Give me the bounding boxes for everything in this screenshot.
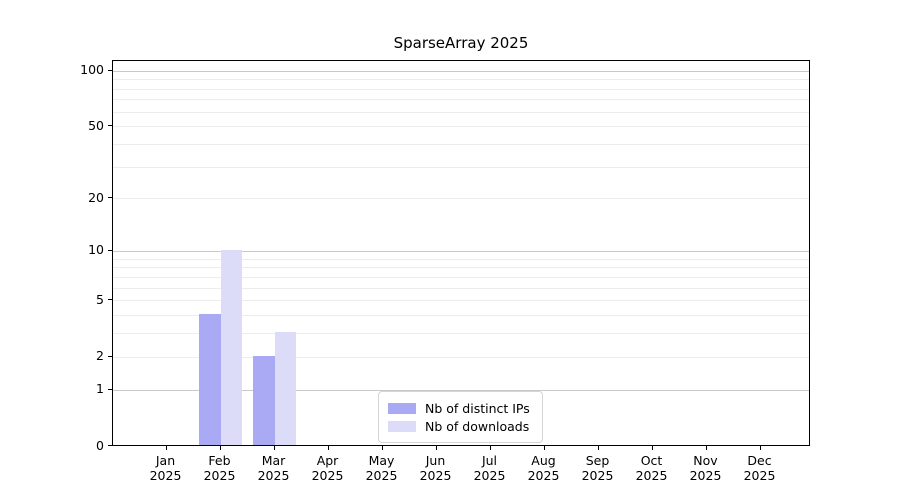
minor-gridline-20 — [113, 198, 809, 199]
x-tick-nov — [706, 446, 707, 450]
bar-nb-of-distinct-ips-mar — [253, 356, 275, 445]
x-label-month: Jul — [460, 454, 520, 469]
y-tick-50 — [108, 125, 112, 126]
major-gridline-10 — [113, 251, 809, 252]
minor-gridline-30 — [113, 167, 809, 168]
legend-label-downloads: Nb of downloads — [425, 419, 529, 434]
y-tick-1 — [108, 389, 112, 390]
x-tick-dec — [760, 446, 761, 450]
y-tick-5 — [108, 299, 112, 300]
x-tick-label-feb: Feb2025 — [190, 454, 250, 483]
minor-gridline-7 — [113, 277, 809, 278]
x-label-year: 2025 — [514, 469, 574, 484]
minor-gridline-90 — [113, 79, 809, 80]
x-label-month: May — [352, 454, 412, 469]
y-tick-100 — [108, 70, 112, 71]
x-label-month: Nov — [676, 454, 736, 469]
x-tick-feb — [220, 446, 221, 450]
y-tick-label-10: 10 — [40, 242, 104, 257]
x-tick-jun — [436, 446, 437, 450]
x-tick-may — [382, 446, 383, 450]
y-tick-label-0: 0 — [40, 438, 104, 453]
bar-nb-of-downloads-mar — [275, 332, 297, 445]
x-label-year: 2025 — [622, 469, 682, 484]
y-tick-label-2: 2 — [40, 348, 104, 363]
chart-title: SparseArray 2025 — [112, 34, 810, 52]
x-label-month: Feb — [190, 454, 250, 469]
x-tick-label-aug: Aug2025 — [514, 454, 574, 483]
legend-swatch-distinct-ips — [388, 403, 416, 414]
y-tick-label-100: 100 — [40, 62, 104, 77]
legend-item-distinct-ips: Nb of distinct IPs — [388, 400, 533, 416]
minor-gridline-60 — [113, 112, 809, 113]
x-label-year: 2025 — [298, 469, 358, 484]
chart-canvas: SparseArray 2025 0125102050100 Jan2025Fe… — [0, 0, 900, 500]
y-tick-label-50: 50 — [40, 118, 104, 133]
x-tick-jan — [166, 446, 167, 450]
minor-gridline-80 — [113, 89, 809, 90]
x-label-month: Jan — [136, 454, 196, 469]
x-tick-label-nov: Nov2025 — [676, 454, 736, 483]
minor-gridline-5 — [113, 300, 809, 301]
x-label-year: 2025 — [460, 469, 520, 484]
minor-gridline-70 — [113, 99, 809, 100]
x-tick-sep — [598, 446, 599, 450]
x-label-month: Jun — [406, 454, 466, 469]
x-tick-label-jul: Jul2025 — [460, 454, 520, 483]
x-tick-aug — [544, 446, 545, 450]
x-tick-label-dec: Dec2025 — [730, 454, 790, 483]
legend-swatch-downloads — [388, 421, 416, 432]
bar-nb-of-downloads-feb — [221, 250, 243, 445]
plot-area — [112, 60, 810, 446]
legend-item-downloads: Nb of downloads — [388, 418, 533, 434]
minor-gridline-40 — [113, 144, 809, 145]
x-label-month: Oct — [622, 454, 682, 469]
x-label-year: 2025 — [136, 469, 196, 484]
bar-nb-of-distinct-ips-feb — [199, 314, 221, 445]
x-label-year: 2025 — [190, 469, 250, 484]
x-label-month: Sep — [568, 454, 628, 469]
y-tick-label-20: 20 — [40, 190, 104, 205]
minor-gridline-8 — [113, 267, 809, 268]
x-tick-label-oct: Oct2025 — [622, 454, 682, 483]
x-tick-mar — [274, 446, 275, 450]
y-tick-0 — [108, 445, 112, 446]
x-tick-jul — [490, 446, 491, 450]
minor-gridline-50 — [113, 126, 809, 127]
x-label-month: Mar — [244, 454, 304, 469]
x-tick-label-may: May2025 — [352, 454, 412, 483]
x-label-year: 2025 — [406, 469, 466, 484]
legend-label-distinct-ips: Nb of distinct IPs — [425, 401, 530, 416]
x-label-year: 2025 — [568, 469, 628, 484]
x-tick-label-jun: Jun2025 — [406, 454, 466, 483]
x-tick-label-mar: Mar2025 — [244, 454, 304, 483]
x-tick-oct — [652, 446, 653, 450]
minor-gridline-9 — [113, 259, 809, 260]
y-tick-20 — [108, 197, 112, 198]
y-tick-2 — [108, 356, 112, 357]
x-label-year: 2025 — [352, 469, 412, 484]
y-tick-label-1: 1 — [40, 381, 104, 396]
x-label-month: Aug — [514, 454, 574, 469]
legend: Nb of distinct IPs Nb of downloads — [378, 391, 543, 443]
x-tick-label-apr: Apr2025 — [298, 454, 358, 483]
x-label-month: Dec — [730, 454, 790, 469]
major-gridline-100 — [113, 71, 809, 72]
x-tick-apr — [328, 446, 329, 450]
x-label-year: 2025 — [676, 469, 736, 484]
x-label-month: Apr — [298, 454, 358, 469]
x-tick-label-sep: Sep2025 — [568, 454, 628, 483]
x-label-year: 2025 — [244, 469, 304, 484]
minor-gridline-6 — [113, 288, 809, 289]
y-tick-label-5: 5 — [40, 292, 104, 307]
y-tick-10 — [108, 250, 112, 251]
x-tick-label-jan: Jan2025 — [136, 454, 196, 483]
x-label-year: 2025 — [730, 469, 790, 484]
